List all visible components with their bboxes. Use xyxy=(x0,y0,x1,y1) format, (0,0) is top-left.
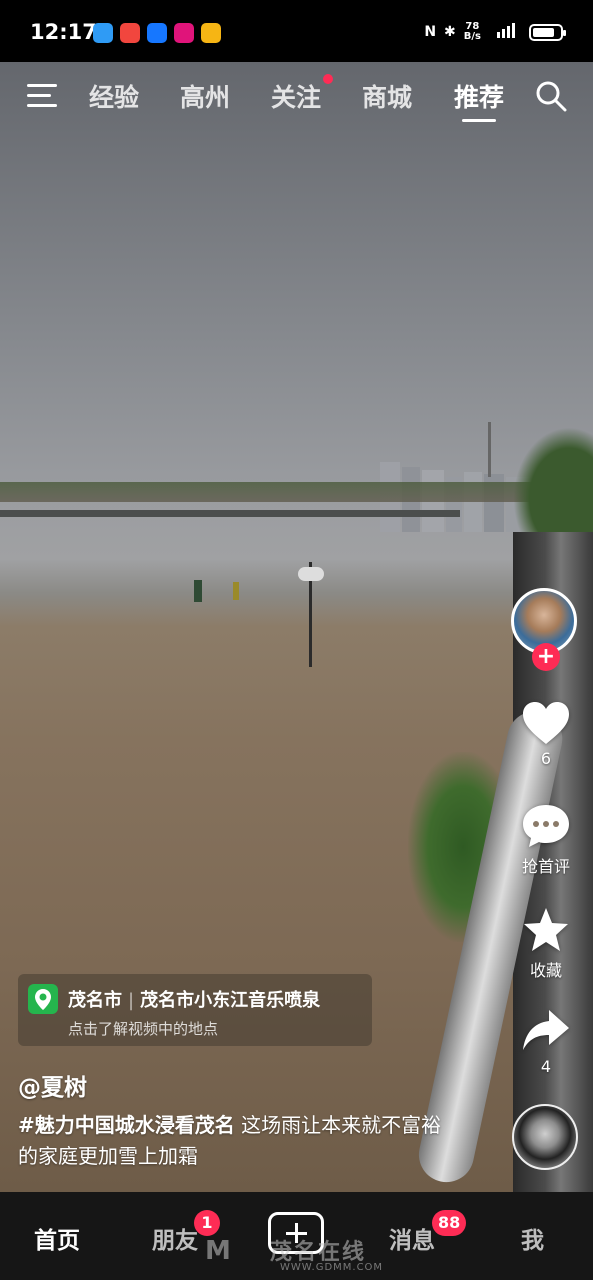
tab-experience[interactable]: 经验 xyxy=(89,78,139,114)
tab-recommend[interactable]: 推荐 xyxy=(454,78,504,122)
comment-label: 抢首评 xyxy=(521,857,570,876)
alipay-icon xyxy=(147,23,167,43)
location-title: 茂名市 | 茂名市小东江音乐喷泉 xyxy=(68,986,320,1012)
notification-icons xyxy=(93,23,221,43)
watermark: M 茂名在线 WWW.GDMM.COM xyxy=(205,1234,395,1278)
caption: #魅力中国城水浸看茂名 这场雨让本来就不富裕的家庭更加雪上加霜 xyxy=(18,1110,448,1172)
street-lamp-head xyxy=(298,567,324,581)
status-time: 12:17 xyxy=(30,20,97,44)
search-icon[interactable] xyxy=(535,80,567,112)
share-icon xyxy=(523,1010,569,1050)
comment-button[interactable]: 抢首评 xyxy=(507,802,585,877)
bridge xyxy=(0,510,460,517)
hashtag[interactable]: #魅力中国城水浸看茂名 xyxy=(18,1113,235,1137)
favorite-button[interactable]: 收藏 xyxy=(507,906,585,981)
top-nav: 经验 高州 关注 商城 推荐 xyxy=(0,62,593,132)
watermark-url: WWW.GDMM.COM xyxy=(280,1262,384,1273)
location-pin-icon xyxy=(28,984,58,1014)
following-notification-dot xyxy=(323,74,333,84)
signal-icon xyxy=(489,22,521,42)
nav-messages[interactable]: 消息 xyxy=(389,1221,435,1255)
messages-badge: 88 xyxy=(432,1210,467,1236)
star-icon xyxy=(524,908,568,951)
heart-icon xyxy=(523,702,569,744)
status-indicators: N ✱ 78 B/s xyxy=(424,21,566,42)
nav-home[interactable]: 首页 xyxy=(34,1221,80,1255)
nav-me[interactable]: 我 xyxy=(521,1221,544,1255)
trees xyxy=(513,427,593,547)
location-separator: | xyxy=(128,990,135,1011)
friends-badge: 1 xyxy=(194,1210,220,1236)
watermark-logo: M xyxy=(205,1236,231,1266)
location-card[interactable]: 茂名市 | 茂名市小东江音乐喷泉 点击了解视频中的地点 xyxy=(18,974,372,1046)
like-button[interactable]: 6 xyxy=(507,700,585,768)
share-count: 4 xyxy=(540,1057,552,1076)
location-place: 茂名市小东江音乐喷泉 xyxy=(140,990,321,1011)
comment-icon xyxy=(523,805,569,847)
network-speed: 78 B/s xyxy=(463,21,481,42)
follow-button[interactable]: + xyxy=(532,643,560,671)
author-name[interactable]: @夏树 xyxy=(18,1068,87,1102)
menu-icon[interactable] xyxy=(27,84,57,108)
like-count: 6 xyxy=(540,749,552,768)
bluetooth-icon: ✱ xyxy=(444,24,456,40)
tab-gaozhou[interactable]: 高州 xyxy=(180,78,230,114)
submerged-sign xyxy=(194,580,202,602)
submerged-sign xyxy=(233,582,239,600)
location-city: 茂名市 xyxy=(68,990,122,1011)
music-disc[interactable] xyxy=(512,1104,578,1170)
riverbank xyxy=(0,482,593,502)
shopping-app-icon xyxy=(120,23,140,43)
location-hint: 点击了解视频中的地点 xyxy=(68,1020,219,1038)
pinduoduo-icon xyxy=(174,23,194,43)
tab-following[interactable]: 关注 xyxy=(271,78,321,114)
status-bar: 12:17 N ✱ 78 B/s xyxy=(0,0,593,62)
nfc-icon: N xyxy=(424,24,437,40)
nav-friends[interactable]: 朋友 xyxy=(152,1221,198,1255)
battery-icon xyxy=(529,23,566,41)
weibo-icon xyxy=(201,23,221,43)
tab-mall[interactable]: 商城 xyxy=(362,78,412,114)
share-button[interactable]: 4 xyxy=(507,1008,585,1076)
message-app-icon xyxy=(93,23,113,43)
favorite-label: 收藏 xyxy=(529,961,562,980)
